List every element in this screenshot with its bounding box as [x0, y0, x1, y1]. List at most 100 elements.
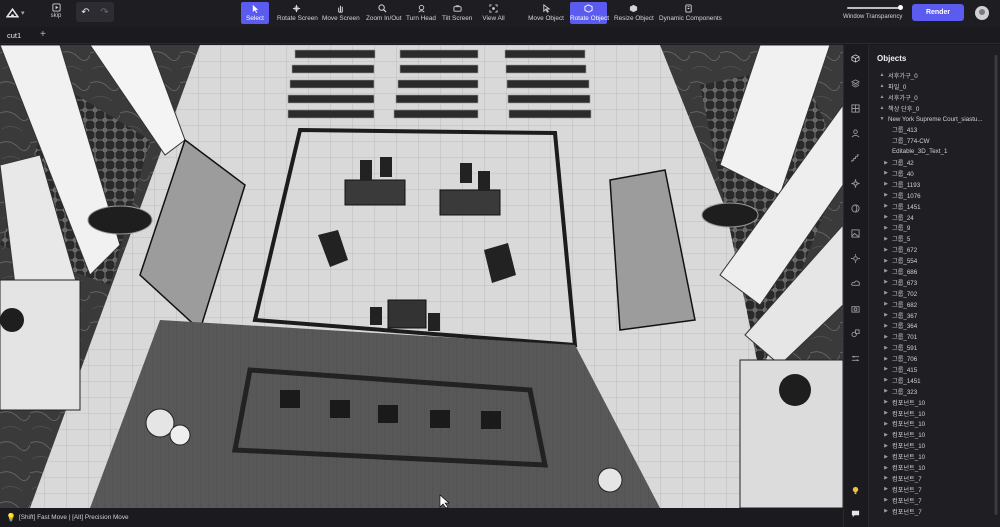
object-tree-item[interactable]: ▶ 그룹_9	[869, 222, 1000, 233]
expand-arrow-icon[interactable]: ▶	[883, 279, 889, 285]
object-tree-item[interactable]: ▲ 책상 단후_0	[869, 103, 1000, 114]
expand-arrow-icon[interactable]: ▶	[883, 214, 889, 220]
expand-arrow-icon[interactable]: ▶	[883, 356, 889, 362]
expand-arrow-icon[interactable]: ▼	[879, 116, 885, 122]
object-tree-item[interactable]: ▶ 그룹_706	[869, 353, 1000, 364]
objects-scrollbar[interactable]	[994, 45, 998, 527]
tool-turn-head-button[interactable]: Turn Head	[406, 2, 436, 24]
object-tree-item[interactable]: ▲ 서후가구_0	[869, 70, 1000, 81]
object-tree-item[interactable]: ▶ 컴포넌트_10	[869, 419, 1000, 430]
expand-arrow-icon[interactable]: ▶	[883, 399, 889, 405]
expand-arrow-icon[interactable]: ▶	[883, 192, 889, 198]
object-tree-item[interactable]: ▶ 컴포넌트_10	[869, 397, 1000, 408]
object-tree-item[interactable]: 그룹_774-CW	[869, 135, 1000, 146]
expand-arrow-icon[interactable]: ▶	[883, 486, 889, 492]
object-tree-item[interactable]: ▶ 컴포넌트_7	[869, 484, 1000, 495]
expand-arrow-icon[interactable]: ▶	[883, 497, 889, 503]
object-tree-item[interactable]: 그룹_413	[869, 124, 1000, 135]
expand-arrow-icon[interactable]: ▲	[879, 72, 885, 78]
expand-arrow-icon[interactable]: ▶	[883, 312, 889, 318]
add-tab-button[interactable]: +	[40, 29, 46, 40]
tool-move-screen-button[interactable]: Move Screen	[322, 2, 360, 24]
skip-button[interactable]: skip	[46, 2, 66, 24]
expand-arrow-icon[interactable]: ▶	[883, 181, 889, 187]
expand-arrow-icon[interactable]: ▶	[883, 258, 889, 264]
object-tree-item[interactable]: ▶ 컴포넌트_10	[869, 408, 1000, 419]
object-tree-item[interactable]: ▶ 그룹_1193	[869, 179, 1000, 190]
transparency-slider-track[interactable]	[847, 7, 901, 9]
expand-arrow-icon[interactable]: ▶	[883, 410, 889, 416]
expand-arrow-icon[interactable]: ▶	[883, 432, 889, 438]
object-tree-item[interactable]: ▶ 그룹_415	[869, 364, 1000, 375]
object-tree-item[interactable]: ▲ 서후가구_0	[869, 92, 1000, 103]
expand-arrow-icon[interactable]: ▶	[883, 443, 889, 449]
sliders-panel-button[interactable]	[850, 353, 861, 364]
sphere-panel-button[interactable]	[850, 203, 861, 214]
expand-arrow-icon[interactable]: ▲	[879, 94, 885, 100]
object-tree-item[interactable]: ▶ 그룹_682	[869, 299, 1000, 310]
object-tree-item[interactable]: ▶ 컴포넌트_10	[869, 451, 1000, 462]
lightbulb-panel-button[interactable]	[850, 485, 861, 496]
object-tree-item[interactable]: ▶ 그룹_367	[869, 310, 1000, 321]
object-tree-item[interactable]: ▼ New York Supreme Court_siastu...	[869, 114, 1000, 125]
expand-arrow-icon[interactable]: ▶	[883, 475, 889, 481]
tool-rotate-screen-button[interactable]: Rotate Screen	[277, 2, 318, 24]
tool-view-all-button[interactable]: View All	[482, 2, 505, 24]
chat-panel-button[interactable]	[850, 508, 861, 519]
layers-panel-button[interactable]	[850, 78, 861, 89]
expand-arrow-icon[interactable]: ▶	[883, 203, 889, 209]
grid-panel-button[interactable]	[850, 103, 861, 114]
expand-arrow-icon[interactable]: ▶	[883, 388, 889, 394]
expand-arrow-icon[interactable]: ▶	[883, 465, 889, 471]
cube-panel-button[interactable]	[850, 53, 861, 64]
expand-arrow-icon[interactable]: ▶	[883, 225, 889, 231]
cloud-panel-button[interactable]	[850, 278, 861, 289]
scrollbar-thumb[interactable]	[994, 55, 998, 515]
app-menu-button[interactable]: ▾	[6, 6, 26, 20]
object-tree-item[interactable]: ▶ 그룹_554	[869, 255, 1000, 266]
expand-arrow-icon[interactable]: ▶	[883, 421, 889, 427]
expand-arrow-icon[interactable]: ▶	[883, 454, 889, 460]
object-tree-item[interactable]: ▶ 그룹_686	[869, 266, 1000, 277]
expand-arrow-icon[interactable]: ▶	[883, 301, 889, 307]
object-tree-item[interactable]: ▶ 컴포넌트_10	[869, 429, 1000, 440]
object-tree-item[interactable]: ▶ 그룹_702	[869, 288, 1000, 299]
expand-arrow-icon[interactable]: ▶	[883, 323, 889, 329]
object-tree-item[interactable]: ▶ 그룹_40	[869, 168, 1000, 179]
person-panel-button[interactable]	[850, 128, 861, 139]
object-tree-item[interactable]: ▶ 그룹_672	[869, 244, 1000, 255]
expand-arrow-icon[interactable]: ▶	[883, 377, 889, 383]
3d-viewport[interactable]	[0, 45, 843, 508]
object-tree-item[interactable]: ▲ 파일_0	[869, 81, 1000, 92]
tool-dynamic-components-button[interactable]: Dynamic Components	[659, 2, 722, 24]
object-tree-item[interactable]: ▶ 그룹_24	[869, 212, 1000, 223]
avatar[interactable]	[975, 6, 989, 20]
sparkle-panel-button[interactable]	[850, 178, 861, 189]
sun-panel-button[interactable]	[850, 253, 861, 264]
object-tree-item[interactable]: ▶ 컴포넌트_10	[869, 462, 1000, 473]
tool-move-object-button[interactable]: Move Object	[528, 2, 564, 24]
object-tree-item[interactable]: ▶ 컴포넌트_10	[869, 440, 1000, 451]
object-tree-item[interactable]: ▶ 컴포넌트_7	[869, 506, 1000, 517]
object-tree-item[interactable]: ▶ 그룹_364	[869, 320, 1000, 331]
expand-arrow-icon[interactable]: ▲	[879, 83, 885, 89]
expand-arrow-icon[interactable]: ▶	[883, 247, 889, 253]
expand-arrow-icon[interactable]: ▶	[883, 345, 889, 351]
tab-cut1[interactable]: cut1	[0, 27, 30, 44]
tool-resize-object-button[interactable]: Resize Object	[614, 2, 654, 24]
image-panel-button[interactable]	[850, 228, 861, 239]
expand-arrow-icon[interactable]: ▶	[883, 170, 889, 176]
object-tree-item[interactable]: ▶ 그룹_323	[869, 386, 1000, 397]
object-tree-item[interactable]: ▶ 그룹_701	[869, 331, 1000, 342]
redo-button[interactable]: ↷	[95, 2, 114, 22]
camera-panel-button[interactable]	[850, 303, 861, 314]
object-tree-item[interactable]: ▶ 그룹_5	[869, 233, 1000, 244]
object-tree-item[interactable]: ▶ 그룹_42	[869, 157, 1000, 168]
expand-arrow-icon[interactable]: ▶	[883, 290, 889, 296]
transparency-slider-knob[interactable]	[898, 5, 903, 10]
stairs-panel-button[interactable]	[850, 153, 861, 164]
expand-arrow-icon[interactable]: ▶	[883, 508, 889, 514]
tool-zoom-in-out-button[interactable]: Zoom In/Out	[366, 2, 402, 24]
object-tree-item[interactable]: ▶ 그룹_1451	[869, 375, 1000, 386]
expand-arrow-icon[interactable]: ▶	[883, 160, 889, 166]
